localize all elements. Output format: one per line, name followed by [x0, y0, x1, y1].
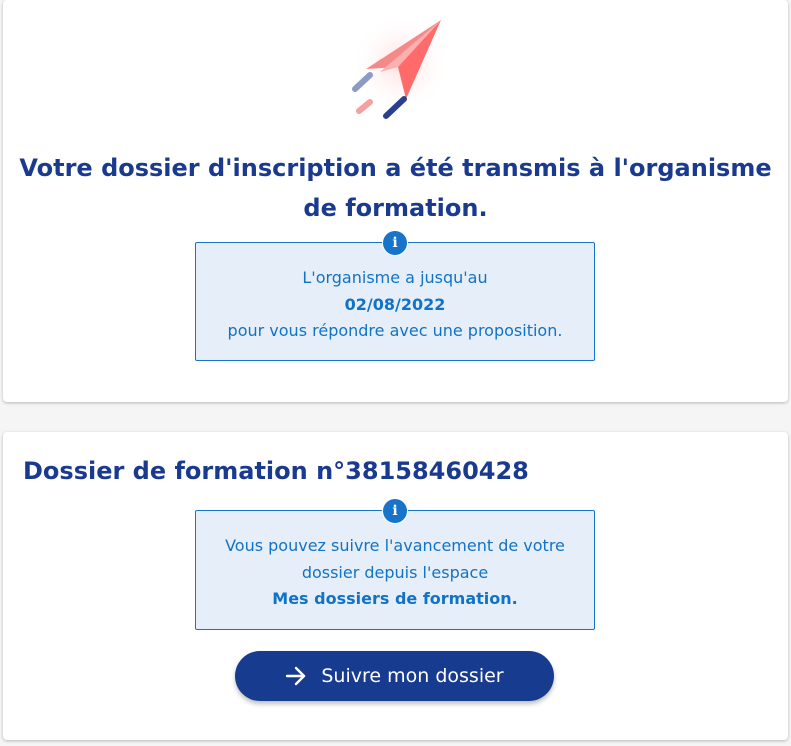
mes-dossiers-link[interactable]: Mes dossiers de formation.: [196, 586, 594, 613]
deadline-intro: L'organisme a jusqu'au: [302, 268, 488, 287]
deadline-date: 02/08/2022: [344, 294, 446, 314]
dossier-info-line-2: dossier depuis l'espace: [301, 562, 489, 582]
dossier-info-box: i Vous pouvez suivre l'avancement de vot…: [195, 498, 595, 630]
arrow-right-icon: [285, 666, 307, 686]
paper-plane-icon: [351, 19, 446, 119]
follow-dossier-label: Suivre mon dossier: [321, 665, 504, 687]
dossier-info-line-1: Vous pouvez suivre l'avancement de votre: [225, 536, 565, 555]
deadline-info-box: i L'organisme a jusqu'au 02/08/2022 pour…: [195, 230, 595, 361]
dossier-card: Dossier de formation n°38158460428 i Vou…: [3, 432, 788, 740]
follow-dossier-button[interactable]: Suivre mon dossier: [235, 651, 554, 701]
dossier-title: Dossier de formation n°38158460428: [23, 457, 529, 485]
info-icon: i: [382, 230, 408, 256]
deadline-outro: pour vous répondre avec une proposition.: [227, 321, 563, 340]
info-icon: i: [382, 498, 408, 524]
confirmation-card: Votre dossier d'inscription a été transm…: [3, 0, 788, 402]
confirmation-title: Votre dossier d'inscription a été transm…: [19, 154, 772, 222]
